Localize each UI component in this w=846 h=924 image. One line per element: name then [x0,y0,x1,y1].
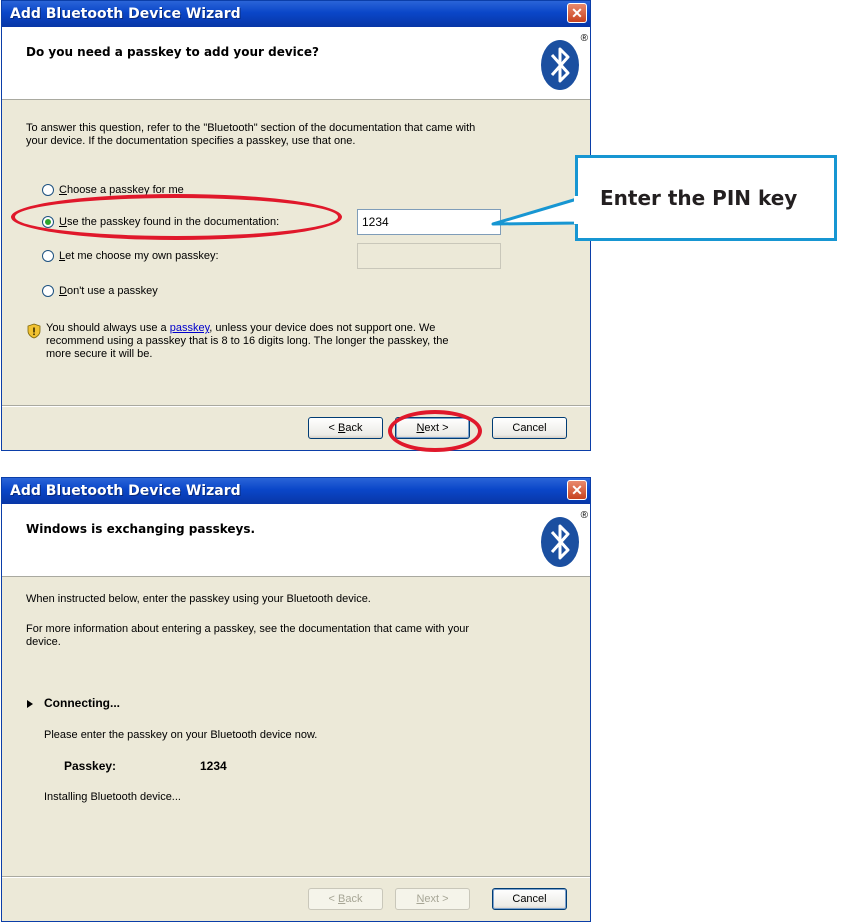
bluetooth-icon [541,517,579,567]
pin-key-callout: Enter the PIN key [575,155,837,241]
callout-joint [574,196,580,224]
wizard-footer: < Back Next > Cancel [2,405,590,450]
back-button[interactable]: < Back [308,417,383,439]
passkey-value: 1234 [200,759,227,773]
radio-label: Don't use a passkey [59,285,158,297]
wizard-header: Do you need a passkey to add your device… [2,27,590,100]
page-heading: Do you need a passkey to add your device… [26,45,319,59]
cancel-button[interactable]: Cancel [492,888,567,910]
trademark-symbol: ® [580,33,588,44]
documentation-passkey-input[interactable]: 1234 [357,209,501,235]
radio-label: Let me choose my own passkey: [59,250,219,262]
passkey-instruction: Please enter the passkey on your Bluetoo… [44,729,318,741]
intro-line: your device. If the documentation specif… [26,135,356,147]
security-shield-icon [27,323,41,339]
highlight-oval-option [11,194,342,240]
intro-text: To answer this question, refer to the "B… [26,122,475,148]
instruction-text: When instructed below, enter the passkey… [26,593,371,605]
bluetooth-icon [541,40,579,90]
radio-no-passkey[interactable]: Don't use a passkey [42,283,158,299]
trademark-symbol: ® [580,510,588,521]
cancel-button[interactable]: Cancel [492,417,567,439]
wizard-footer: < Back Next > Cancel [2,876,590,921]
page-heading: Windows is exchanging passkeys. [26,522,256,536]
close-button[interactable]: ✕ [567,3,587,23]
highlight-oval-next [388,410,482,452]
arrow-right-icon [27,700,33,708]
radio-circle [42,250,54,262]
passkey-label: Passkey: [64,759,117,773]
installing-status: Installing Bluetooth device... [44,791,181,803]
window-title: Add Bluetooth Device Wizard [10,483,241,499]
window-title: Add Bluetooth Device Wizard [10,6,241,22]
title-bar[interactable]: Add Bluetooth Device Wizard ✕ [2,1,590,27]
security-tip: You should always use a passkey, unless … [46,322,449,360]
own-passkey-input[interactable] [357,243,501,269]
radio-own-passkey[interactable]: Let me choose my own passkey: [42,248,219,264]
back-button[interactable]: < Back [308,888,383,910]
wizard-header: Windows is exchanging passkeys. ® [2,504,590,577]
next-button[interactable]: Next > [395,888,470,910]
intro-line: To answer this question, refer to the "B… [26,122,476,134]
title-bar[interactable]: Add Bluetooth Device Wizard ✕ [2,478,590,504]
status-connecting: Connecting... [44,696,120,710]
close-button[interactable]: ✕ [567,480,587,500]
wizard-window-exchanging: Add Bluetooth Device Wizard ✕ Windows is… [1,477,591,922]
radio-circle [42,184,54,196]
more-info-text: For more information about entering a pa… [26,623,470,648]
passkey-help-link[interactable]: passkey [170,322,210,334]
callout-pointer [491,197,579,226]
radio-circle [42,285,54,297]
